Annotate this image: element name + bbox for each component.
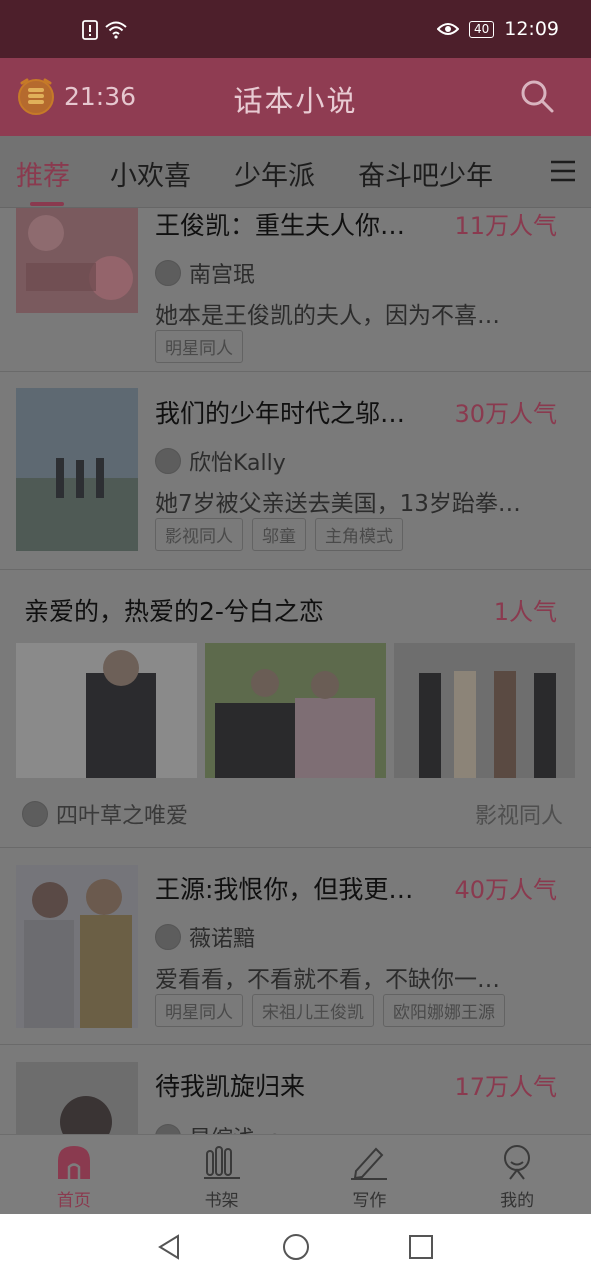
battery-indicator: 40 — [468, 20, 495, 38]
nav-label: 我的 — [500, 1191, 535, 1211]
bottom-navigation: 首页 书架 写作 我的 — [0, 1134, 591, 1214]
novel-popularity: 40万人气 — [454, 876, 557, 904]
author-name: 南宫珉 — [189, 263, 256, 288]
novel-cover[interactable] — [16, 388, 138, 551]
bookshelf-icon — [203, 1146, 240, 1179]
tag[interactable]: 主角模式 — [315, 518, 403, 551]
tag[interactable]: 宋祖儿王俊凯 — [252, 994, 374, 1027]
novel-tags: 明星同人 宋祖儿王俊凯 欧阳娜娜王源 — [155, 994, 505, 1027]
active-tab-indicator — [30, 202, 64, 206]
novel-author[interactable]: 南宫珉 — [155, 257, 255, 289]
author-name: 薇诺黯 — [189, 927, 256, 952]
featured-title[interactable]: 亲爱的，热爱的2-兮白之恋 — [24, 592, 324, 628]
home-icon — [57, 1146, 90, 1179]
author-avatar — [155, 260, 181, 286]
novel-title[interactable]: 待我凯旋归来 — [155, 1067, 437, 1103]
tab-shaonianpai[interactable]: 少年派 — [234, 154, 315, 193]
author-name: 星绾浅yo — [189, 1121, 281, 1134]
novel-item[interactable]: 王源:我恨你，但我更… 40万人气 薇诺黯 爱看看，不看就不看，不缺你一… 明星… — [0, 848, 591, 1045]
search-icon[interactable] — [519, 78, 555, 114]
status-right: 40 12:09 — [436, 18, 559, 40]
featured-popularity: 1人气 — [493, 598, 557, 626]
featured-image[interactable] — [16, 643, 197, 778]
nav-profile[interactable]: 我的 — [443, 1135, 591, 1214]
tab-xiaohuanxi[interactable]: 小欢喜 — [110, 154, 191, 193]
status-left-icons — [82, 20, 128, 40]
tab-menu-button[interactable] — [535, 136, 591, 206]
author-avatar — [155, 924, 181, 950]
novel-author[interactable]: 欣怡Kally — [155, 445, 286, 477]
nav-write[interactable]: 写作 — [296, 1135, 444, 1214]
category-tabs: 推荐 小欢喜 少年派 奋斗吧少年 J — [0, 136, 591, 208]
author-name: 欣怡Kally — [189, 451, 286, 476]
novel-title[interactable]: 王俊凯：重生夫人你… — [155, 208, 437, 242]
novel-item[interactable]: 我们的少年时代之邬… 30万人气 欣怡Kally 她7岁被父亲送去美国，13岁跆… — [0, 372, 591, 570]
app-title: 话本小说 — [233, 84, 358, 118]
eye-comfort-icon — [436, 23, 459, 35]
nav-label: 首页 — [56, 1191, 91, 1211]
tab-fendouba[interactable]: 奋斗吧少年 — [358, 154, 493, 193]
status-bar: 40 12:09 — [0, 0, 591, 58]
novel-item[interactable]: 王俊凯：重生夫人你… 11万人气 南宫珉 她本是王俊凯的夫人，因为不喜… 明星同… — [0, 208, 591, 372]
nav-home[interactable]: 首页 — [0, 1135, 148, 1214]
novel-description: 爱看看，不看就不看，不缺你一… — [155, 967, 500, 993]
tag[interactable]: 明星同人 — [155, 994, 243, 1027]
featured-category[interactable]: 影视同人 — [475, 798, 563, 830]
novel-cover[interactable] — [16, 208, 138, 313]
novel-author[interactable]: 星绾浅yo — [155, 1121, 281, 1134]
tag[interactable]: 影视同人 — [155, 518, 243, 551]
author-avatar — [155, 1124, 181, 1134]
nav-bookshelf[interactable]: 书架 — [148, 1135, 296, 1214]
novel-cover[interactable] — [16, 865, 138, 1028]
tag[interactable]: 邬童 — [252, 518, 306, 551]
recents-icon[interactable] — [406, 1232, 436, 1262]
app-screen: 40 12:09 21:36 话本小说 推荐 小欢喜 少年派 奋斗吧少年 王俊凯… — [0, 0, 591, 1280]
system-navigation — [0, 1214, 591, 1280]
featured-image[interactable] — [394, 643, 575, 778]
novel-popularity: 11万人气 — [454, 212, 557, 240]
novel-popularity: 17万人气 — [454, 1073, 557, 1101]
menu-icon — [551, 160, 575, 182]
profile-icon — [504, 1145, 531, 1180]
author-avatar — [22, 801, 48, 827]
novel-tags: 明星同人 — [155, 330, 243, 363]
pencil-icon — [351, 1147, 388, 1180]
nav-label: 书架 — [204, 1191, 239, 1211]
tag[interactable]: 明星同人 — [155, 330, 243, 363]
novel-title[interactable]: 我们的少年时代之邬… — [155, 394, 437, 430]
novel-item[interactable]: 待我凯旋归来 17万人气 星绾浅yo — [0, 1045, 591, 1134]
home-circle-icon[interactable] — [281, 1232, 311, 1262]
author-name: 四叶草之唯爱 — [56, 804, 189, 829]
novel-tags: 影视同人 邬童 主角模式 — [155, 518, 403, 551]
back-icon[interactable] — [154, 1232, 184, 1262]
wifi-icon — [105, 21, 127, 39]
featured-image[interactable] — [205, 643, 386, 778]
tab-recommend[interactable]: 推荐 — [16, 154, 70, 193]
novel-description: 她7岁被父亲送去美国，13岁跆拳… — [155, 491, 521, 517]
author-avatar — [155, 448, 181, 474]
featured-author[interactable]: 四叶草之唯爱 — [22, 798, 188, 830]
app-header: 21:36 话本小说 — [0, 58, 591, 136]
novel-popularity: 30万人气 — [454, 400, 557, 428]
tag[interactable]: 欧阳娜娜王源 — [383, 994, 505, 1027]
novel-cover[interactable] — [16, 1062, 138, 1134]
featured-novel[interactable]: 亲爱的，热爱的2-兮白之恋 1人气 四叶草之唯爱 影视同人 — [0, 570, 591, 848]
novel-feed: 王俊凯：重生夫人你… 11万人气 南宫珉 她本是王俊凯的夫人，因为不喜… 明星同… — [0, 208, 591, 1134]
novel-title[interactable]: 王源:我恨你，但我更… — [155, 870, 437, 906]
alert-sim-icon — [82, 20, 98, 40]
nav-label: 写作 — [352, 1191, 387, 1211]
novel-description: 她本是王俊凯的夫人，因为不喜… — [155, 303, 500, 329]
status-time: 12:09 — [504, 18, 559, 40]
novel-author[interactable]: 薇诺黯 — [155, 921, 255, 953]
featured-images — [16, 643, 575, 778]
